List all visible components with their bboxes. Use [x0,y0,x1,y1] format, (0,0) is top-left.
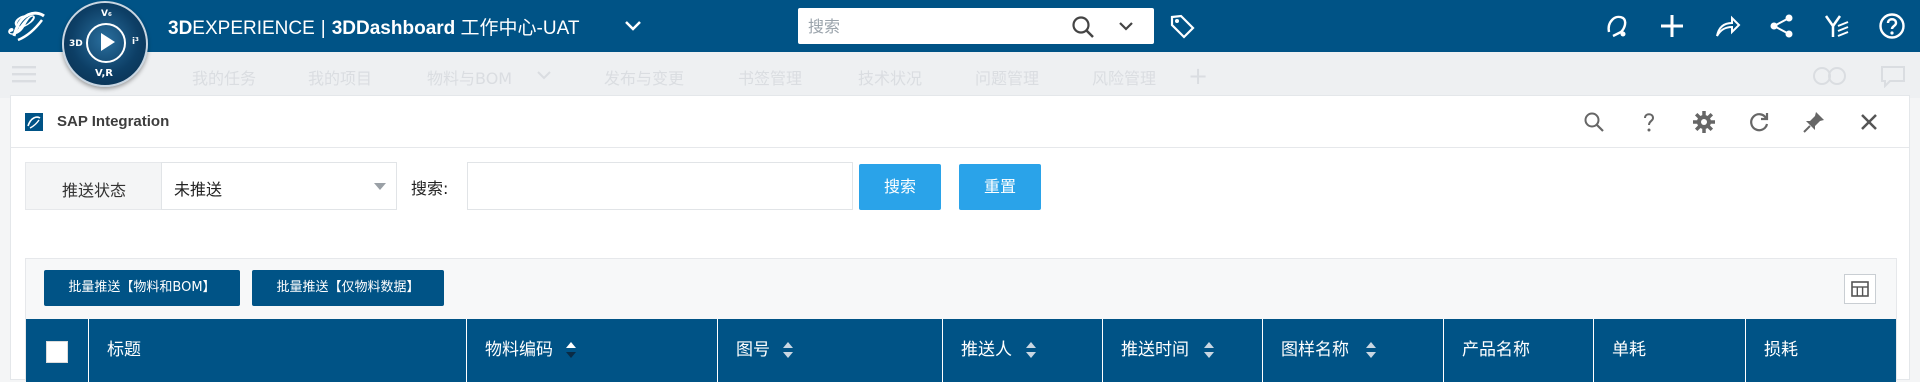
table-header: 标题 物料编码 图号 推送人 推送时间 图样名称 产品名称 单耗 损耗 [26,319,1896,382]
add-tab-icon[interactable]: + [1188,62,1208,90]
network-icon[interactable] [1768,12,1796,40]
app-title: 3DEXPERIENCE | 3DDashboard 工作中心-UAT [168,18,580,39]
hamburger-menu-icon[interactable] [12,64,36,84]
tag-icon[interactable] [1168,12,1196,40]
tab-issues[interactable]: 问题管理 [975,65,1039,89]
compass-widget[interactable]: V₆ 3D i³ V,R [62,1,148,87]
keyword-search-input[interactable] [467,162,853,210]
sap-integration-widget: SAP Integration 推送状态 未推送 搜索: 搜索 重置 批量推送【… [10,95,1910,382]
select-all-column [26,319,89,382]
collaboration-icon[interactable] [1810,64,1850,88]
compass-top-label: V₆ [101,9,112,19]
help-icon[interactable] [1878,12,1906,40]
widget-close-icon[interactable] [1857,110,1881,134]
push-status-label: 推送状态 [61,181,126,200]
notification-icon[interactable] [1603,12,1631,40]
results-panel: 批量推送【物料和BOM】 批量推送【仅物料数据】 标题 物料编码 图号 推送人 … [25,258,1897,382]
svg-text:𝒮: 𝒮 [7,11,36,41]
tab-material-bom[interactable]: 物料与BOM [427,65,512,89]
keyword-search-label: 搜索: [411,179,449,198]
column-header-push-time[interactable]: 推送时间 [1103,319,1263,382]
tab-menu-chevron-icon[interactable] [536,68,552,82]
reset-button[interactable]: 重置 [959,164,1041,210]
column-header-title[interactable]: 标题 [89,319,467,382]
tab-my-projects[interactable]: 我的项目 [308,65,372,89]
global-search [798,8,1154,44]
compass-right-label: i³ [131,37,139,47]
widget-header: SAP Integration [11,96,1909,148]
column-header-unit-consumption[interactable]: 单耗 [1594,319,1746,382]
select-all-checkbox[interactable] [46,341,68,363]
tab-risks[interactable]: 风险管理 [1092,65,1156,89]
apps-icon[interactable] [1823,12,1851,40]
tab-tech-status[interactable]: 技术状况 [858,65,922,89]
compass-play-icon [101,33,115,51]
widget-refresh-icon[interactable] [1747,110,1771,134]
column-header-pusher[interactable]: 推送人 [943,319,1103,382]
push-status-value: 未推送 [174,180,223,199]
push-status-label-box: 推送状态 [25,162,161,210]
widget-app-icon [25,113,43,131]
add-icon[interactable] [1658,12,1686,40]
column-header-drawing-name[interactable]: 图样名称 [1263,319,1444,382]
column-header-material-code[interactable]: 物料编码 [467,319,718,382]
column-header-drawing-no[interactable]: 图号 [718,319,943,382]
search-button[interactable]: 搜索 [859,164,941,210]
sort-icon[interactable] [1365,341,1377,359]
column-settings-button[interactable] [1844,274,1876,304]
select-dropdown-arrow-icon[interactable] [374,183,386,190]
column-header-loss[interactable]: 损耗 [1746,319,1896,382]
column-grid-icon [1851,281,1869,297]
tab-my-tasks[interactable]: 我的任务 [192,65,256,89]
search-input[interactable] [808,13,1058,39]
compass-bottom-label: V,R [95,68,113,79]
sort-icon[interactable] [1025,341,1037,359]
widget-pin-icon[interactable] [1802,110,1826,134]
dashboard-menu-chevron-icon[interactable] [622,14,644,36]
share-icon[interactable] [1713,12,1741,40]
chat-icon[interactable] [1880,64,1906,88]
dashboard-tab-bar: 我的任务 我的项目 物料与BOM 发布与变更 书签管理 技术状况 问题管理 风险… [0,52,1920,98]
column-header-product-name[interactable]: 产品名称 [1444,319,1594,382]
widget-title: SAP Integration [57,113,170,130]
sort-icon[interactable] [782,341,794,359]
batch-push-material-only-button[interactable]: 批量推送【仅物料数据】 [252,270,444,306]
sort-desc-icon[interactable] [565,341,577,359]
sort-icon[interactable] [1203,341,1215,359]
push-status-select[interactable]: 未推送 [161,162,397,210]
tab-release-change[interactable]: 发布与变更 [604,65,684,89]
search-icon[interactable] [1070,14,1096,40]
widget-help-icon[interactable] [1637,110,1661,134]
top-bar: 𝒮 3DEXPERIENCE | 3DDashboard 工作中心-UAT [0,0,1920,52]
widget-settings-icon[interactable] [1692,110,1716,134]
batch-push-material-bom-button[interactable]: 批量推送【物料和BOM】 [44,270,240,306]
tab-bookmarks[interactable]: 书签管理 [738,65,802,89]
search-filter-chevron-icon[interactable] [1116,16,1136,36]
widget-search-icon[interactable] [1582,110,1606,134]
compass-left-label: 3D [69,39,83,49]
dassault-logo-icon[interactable]: 𝒮 [6,6,50,46]
